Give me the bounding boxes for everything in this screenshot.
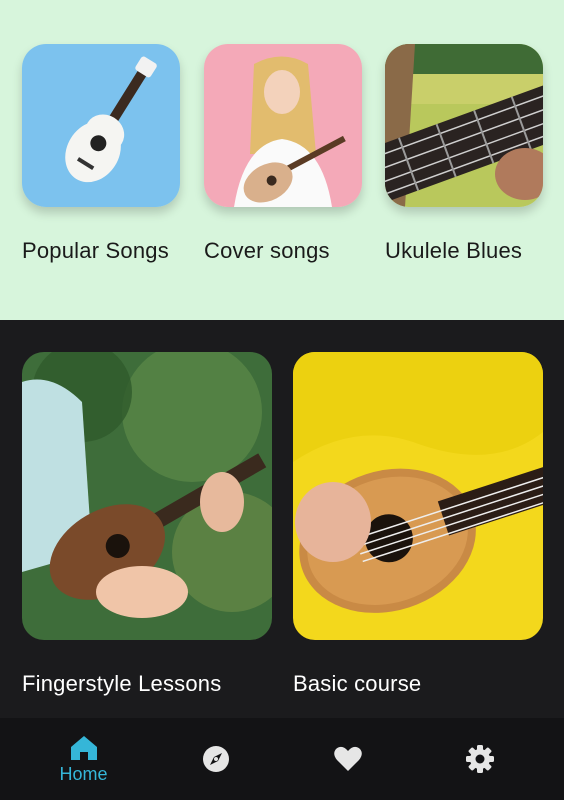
nav-explore-button[interactable] [145,718,286,800]
popular-songs-card[interactable] [22,44,180,207]
popular-songs-image [22,44,180,207]
basic-course-card[interactable] [293,352,543,640]
cover-songs-card[interactable] [204,44,362,207]
compass-icon [201,744,231,774]
cover-songs-image [204,44,362,207]
ukulele-blues-image [385,44,543,207]
nav-favorites-button[interactable] [277,718,418,800]
basic-course-image [293,352,543,640]
nav-settings-button[interactable] [409,718,550,800]
fingerstyle-lessons-label[interactable]: Fingerstyle Lessons [22,671,221,697]
popular-songs-label[interactable]: Popular Songs [22,238,169,264]
ukulele-blues-label[interactable]: Ukulele Blues [385,238,522,264]
bottom-navigation: Home [0,718,564,800]
gear-icon [465,744,495,774]
ukulele-blues-card[interactable] [385,44,543,207]
cover-songs-label[interactable]: Cover songs [204,238,330,264]
heart-icon [333,745,363,773]
basic-course-label[interactable]: Basic course [293,671,421,697]
fingerstyle-lessons-card[interactable] [22,352,272,640]
home-icon [69,734,99,762]
nav-home-button[interactable]: Home [13,718,154,800]
fingerstyle-lessons-image [22,352,272,640]
nav-home-label: Home [59,763,108,784]
